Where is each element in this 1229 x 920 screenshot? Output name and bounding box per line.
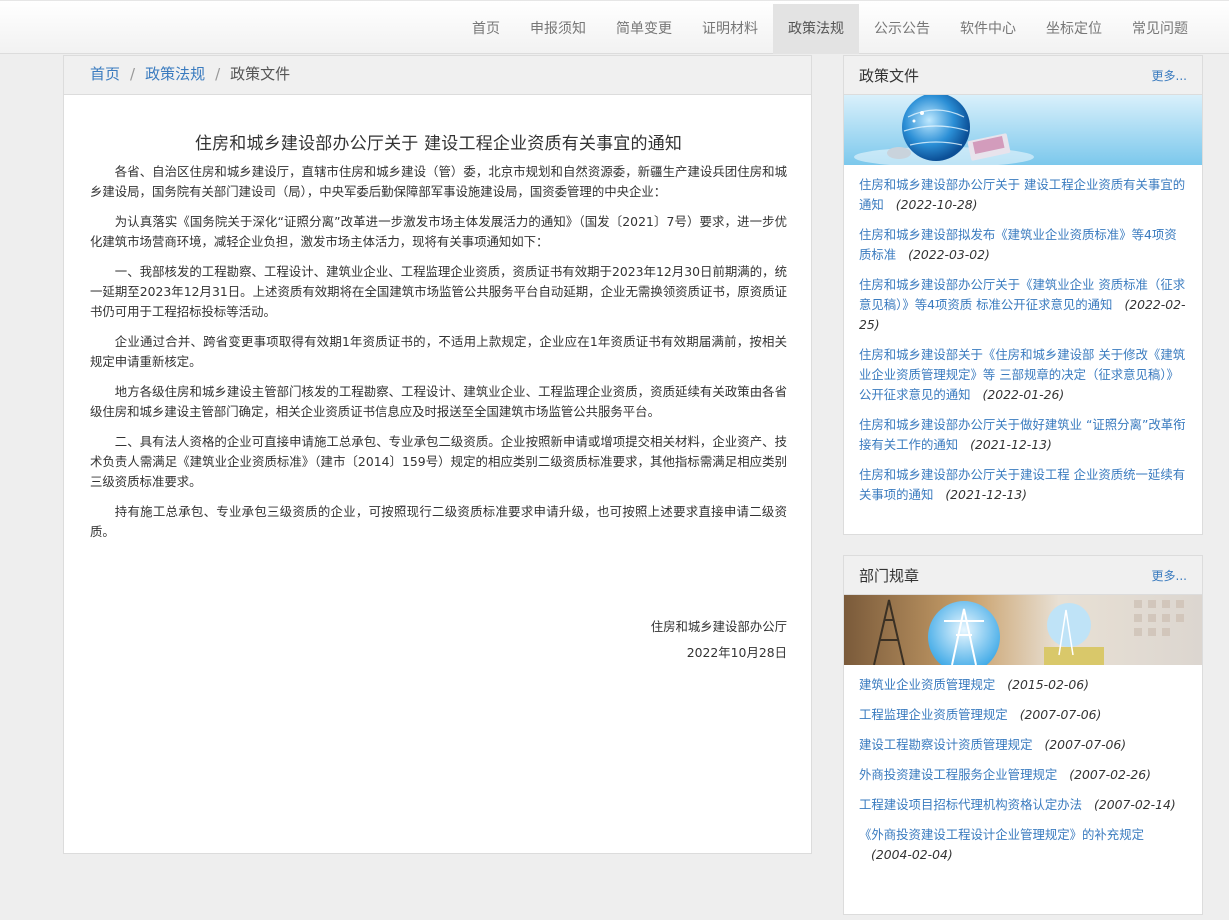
regulation-link[interactable]: 建设工程勘察设计资质管理规定 — [859, 737, 1032, 752]
nav-item-simple-change[interactable]: 简单变更 — [601, 4, 687, 54]
breadcrumb-home[interactable]: 首页 — [90, 65, 120, 83]
signature-org: 住房和城乡建设部办公厅 — [650, 619, 787, 634]
list-item: 住房和城乡建设部办公厅关于《建筑业企业 资质标准（征求意见稿）》等4项资质 标准… — [859, 275, 1187, 335]
policy-docs-title: 政策文件 — [859, 66, 920, 85]
main-nav: 首页 申报须知 简单变更 证明材料 政策法规 公示公告 软件中心 坐标定位 常见… — [457, 4, 1203, 54]
policy-banner-image — [844, 95, 1202, 165]
regulation-date: (2007-07-06) — [1044, 737, 1127, 752]
list-item: 住房和城乡建设部拟发布《建筑业企业资质标准》等4项资质标准 (2022-03-02… — [859, 225, 1187, 265]
article-paragraph: 企业通过合并、跨省变更事项取得有效期1年资质证书的，不适用上款规定，企业应在1年… — [90, 334, 787, 369]
globe-banner-illustration — [844, 95, 1202, 165]
article-title: 住房和城乡建设部办公厅关于 建设工程企业资质有关事宜的通知 — [194, 134, 683, 154]
article-paragraph: 为认真落实《国务院关于深化“证照分离”改革进一步激发市场主体发展活力的通知》（国… — [90, 214, 787, 249]
breadcrumb-current: 政策文件 — [230, 65, 291, 83]
list-item: 建筑业企业资质管理规定 (2015-02-06) — [859, 675, 1187, 695]
policy-docs-header: 政策文件 更多... — [844, 56, 1202, 95]
nav-item-policies[interactable]: 政策法规 — [773, 4, 859, 54]
article-paragraph: 持有施工总承包、专业承包三级资质的企业，可按照现行二级资质标准要求申请升级，也可… — [90, 504, 787, 539]
regulation-link[interactable]: 《外商投资建设工程设计企业管理规定》的补充规定 — [859, 827, 1144, 842]
article-panel: 首页 / 政策法规 / 政策文件 住房和城乡建设部办公厅关于 建设工程企业资质有关事宜的… — [63, 55, 812, 854]
regulations-list: 建筑业企业资质管理规定 (2015-02-06) 工程监理企业资质管理规定 (200… — [844, 665, 1202, 881]
article-paragraph: 各省、自治区住房和城乡建设厅，直辖市住房和城乡建设（管）委，北京市规划和自然资源… — [90, 164, 787, 199]
list-item: 工程监理企业资质管理规定 (2007-07-06) — [859, 705, 1187, 725]
list-item: 住房和城乡建设部关于《住房和城乡建设部 关于修改《建筑业企业资质管理规定》等 三… — [859, 345, 1187, 405]
article-body: 住房和城乡建设部办公厅关于 建设工程企业资质有关事宜的通知 各省、自治区住房和城… — [64, 129, 811, 666]
list-item: 住房和城乡建设部办公厅关于做好建筑业 “证照分离”改革衔接有关工作的通知 (202… — [859, 415, 1187, 455]
regulation-link[interactable]: 外商投资建设工程服务企业管理规定 — [859, 767, 1057, 782]
list-item: 建设工程勘察设计资质管理规定 (2007-07-06) — [859, 735, 1187, 755]
article-paragraph: 地方各级住房和城乡建设主管部门核发的工程勘察、工程设计、建筑业企业、工程监理企业… — [90, 384, 787, 419]
regulations-more-link[interactable]: 更多... — [1152, 567, 1187, 584]
policy-doc-link[interactable]: 住房和城乡建设部拟发布《建筑业企业资质标准》等4项资质标准 — [859, 227, 1177, 262]
policy-docs-list: 住房和城乡建设部办公厅关于 建设工程企业资质有关事宜的通知 (2022-10-28… — [844, 165, 1202, 521]
regulations-panel: 部门规章 更多... 建筑业企业资质管理规定 (2015-02-06) 工程监理… — [843, 555, 1203, 915]
nav-item-home[interactable]: 首页 — [457, 4, 515, 54]
breadcrumb-policies[interactable]: 政策法规 — [145, 65, 205, 83]
nav-item-coordinates[interactable]: 坐标定位 — [1031, 4, 1117, 54]
nav-item-announcements[interactable]: 公示公告 — [859, 4, 945, 54]
list-item: 住房和城乡建设部办公厅关于建设工程 企业资质统一延续有关事项的通知 (2021-1… — [859, 465, 1187, 505]
policy-docs-panel: 政策文件 更多... 住房和城乡建设部办公厅关于 建设工程企业资质有关事宜的通知… — [843, 55, 1203, 535]
regulation-link[interactable]: 工程建设项目招标代理机构资格认定办法 — [859, 797, 1082, 812]
policy-doc-date: (2022-03-02) — [908, 247, 990, 262]
regulation-date: (2007-02-26) — [1069, 767, 1151, 782]
power-tower-banner-illustration — [844, 595, 1202, 665]
regulations-title: 部门规章 — [859, 566, 920, 585]
list-item: 住房和城乡建设部办公厅关于 建设工程企业资质有关事宜的通知 (2022-10-28… — [859, 175, 1187, 215]
article-paragraph: 二、具有法人资格的企业可直接申请施工总承包、专业承包二级资质。企业按照新申请或增… — [90, 434, 787, 489]
policy-doc-date: (2021-12-13) — [945, 487, 1028, 502]
policy-doc-date: (2022-10-28) — [895, 197, 978, 212]
nav-item-software[interactable]: 软件中心 — [945, 4, 1031, 54]
nav-item-certificates[interactable]: 证明材料 — [687, 4, 773, 54]
breadcrumb: 首页 / 政策法规 / 政策文件 — [64, 56, 811, 95]
regulation-date: (2007-02-14) — [1094, 797, 1176, 812]
regulations-banner-image — [844, 595, 1202, 665]
article-paragraph: 一、我部核发的工程勘察、工程设计、建筑业企业、工程监理企业资质，资质证书有效期于… — [90, 264, 787, 319]
nav-item-application-notes[interactable]: 申报须知 — [515, 4, 601, 54]
regulations-header: 部门规章 更多... — [844, 556, 1202, 595]
breadcrumb-separator: / — [130, 65, 136, 83]
signature-date: 2022年10月28日 — [686, 645, 787, 660]
regulation-date: (2004-02-04) — [871, 847, 953, 862]
regulation-date: (2007-07-06) — [1019, 707, 1102, 722]
article-signature: 住房和城乡建设部办公厅 2022年10月28日 — [90, 614, 787, 666]
policy-doc-date: (2021-12-13) — [970, 437, 1052, 452]
policy-doc-date: (2022-01-26) — [982, 387, 1065, 402]
regulation-date: (2015-02-06) — [1007, 677, 1089, 692]
regulation-link[interactable]: 建筑业企业资质管理规定 — [859, 677, 995, 692]
regulation-link[interactable]: 工程监理企业资质管理规定 — [859, 707, 1008, 722]
list-item: 工程建设项目招标代理机构资格认定办法 (2007-02-14) — [859, 795, 1187, 815]
list-item: 《外商投资建设工程设计企业管理规定》的补充规定 (2004-02-04) — [859, 825, 1187, 865]
list-item: 外商投资建设工程服务企业管理规定 (2007-02-26) — [859, 765, 1187, 785]
nav-item-faq[interactable]: 常见问题 — [1117, 4, 1203, 54]
top-navbar: 首页 申报须知 简单变更 证明材料 政策法规 公示公告 软件中心 坐标定位 常见… — [0, 0, 1229, 54]
policy-docs-more-link[interactable]: 更多... — [1152, 67, 1187, 84]
breadcrumb-separator: / — [215, 65, 221, 83]
